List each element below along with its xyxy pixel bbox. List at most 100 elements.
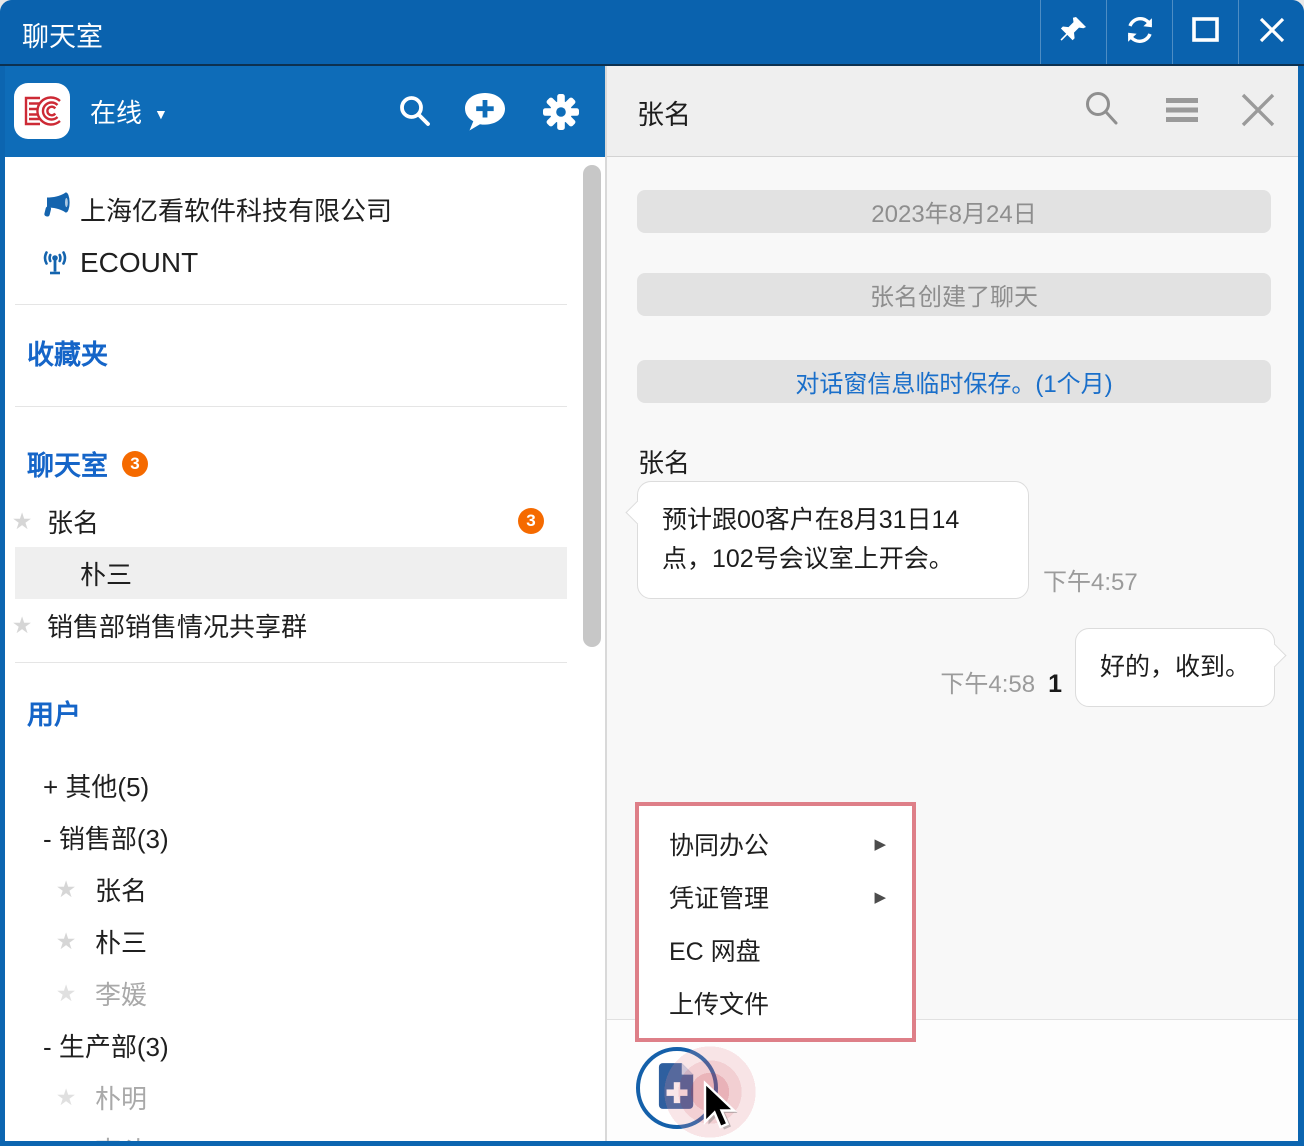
menu-item-collaboration[interactable]: 协同办公 ▶	[639, 817, 912, 870]
pin-icon	[1060, 16, 1087, 48]
user-item-zhangming[interactable]: ★ 张名	[5, 863, 605, 915]
menu-item-label: EC 网盘	[669, 932, 761, 968]
incoming-message-time: 下午4:57	[1043, 562, 1138, 597]
chat-peer-name: 张名	[637, 93, 691, 132]
hamburger-icon	[1165, 95, 1199, 130]
chat-item-label: 销售部销售情况共享群	[47, 607, 307, 644]
user-group-production[interactable]: - 生产部(3)	[5, 1019, 605, 1071]
chat-item-label: 朴三	[80, 555, 132, 592]
chat-item-zhangming[interactable]: ★ 张名 3	[5, 495, 605, 547]
ecount-broadcast-label: ECOUNT	[80, 247, 198, 279]
ecount-broadcast-item[interactable]: ECOUNT	[5, 237, 605, 289]
megaphone-icon	[38, 191, 72, 228]
user-group-sales[interactable]: - 销售部(3)	[5, 811, 605, 863]
status-dropdown[interactable]: 在线 ▼	[90, 93, 168, 130]
titlebar: 聊天室	[0, 0, 1304, 64]
user-item-piaosan[interactable]: ★ 朴三	[5, 915, 605, 967]
attach-file-button[interactable]	[636, 1047, 718, 1129]
user-item-label: 朴三	[95, 923, 147, 960]
maximize-icon	[1192, 17, 1219, 47]
chatrooms-section-header[interactable]: 聊天室 3	[27, 444, 148, 483]
star-icon: ★	[49, 1084, 83, 1111]
window-controls	[1040, 0, 1304, 64]
company-broadcast-item[interactable]: 上海亿看软件科技有限公司	[5, 183, 605, 235]
retention-notice-pill: 对话窗信息临时保存。(1个月)	[637, 360, 1271, 403]
user-item-liyuan[interactable]: ★ 李媛	[5, 967, 605, 1019]
outgoing-message-time: 下午4:58	[940, 664, 1035, 699]
menu-item-ec-drive[interactable]: EC 网盘	[639, 923, 912, 976]
maximize-button[interactable]	[1172, 0, 1238, 64]
system-message-pill: 张名创建了聊天	[637, 273, 1271, 316]
menu-item-label: 上传文件	[669, 985, 769, 1021]
unread-badge: 3	[518, 508, 544, 534]
chat-menu-button[interactable]	[1159, 90, 1205, 134]
divider	[15, 662, 567, 663]
star-icon: ★	[49, 980, 83, 1007]
divider	[15, 406, 567, 407]
status-label: 在线	[90, 93, 142, 130]
refresh-button[interactable]	[1106, 0, 1172, 64]
sidebar-scrollbar-thumb[interactable]	[583, 165, 601, 647]
user-item-piaoming[interactable]: ★ 朴明	[5, 1071, 605, 1123]
refresh-icon	[1124, 15, 1156, 50]
outgoing-message: 下午4:58 1 好的，收到。	[940, 628, 1275, 707]
chat-close-button[interactable]	[1235, 90, 1281, 134]
ec-logo	[14, 83, 70, 139]
favorites-section-header[interactable]: 收藏夹	[27, 333, 108, 372]
attach-context-menu: 协同办公 ▶ 凭证管理 ▶ EC 网盘 上传文件	[635, 802, 916, 1042]
date-pill: 2023年8月24日	[637, 190, 1271, 233]
new-chat-bubble-icon	[462, 91, 508, 138]
user-item-label: 李媛	[95, 975, 147, 1012]
gear-icon	[541, 92, 581, 137]
chat-item-sales-group[interactable]: ★ 销售部销售情况共享群	[5, 599, 605, 651]
incoming-message: 预计跟00客户在8月31日14点，102号会议室上开会。 下午4:57	[637, 481, 1138, 599]
star-icon: ★	[49, 1136, 83, 1142]
chat-header: 张名	[607, 66, 1298, 157]
submenu-arrow-icon: ▶	[874, 888, 886, 906]
search-icon	[1083, 90, 1121, 135]
chatrooms-header-label: 聊天室	[27, 444, 108, 483]
ec-logo-icon	[20, 92, 64, 130]
new-chat-button[interactable]	[463, 94, 507, 134]
star-icon: ★	[49, 876, 83, 903]
bubble-tail	[625, 500, 649, 524]
chat-search-button[interactable]	[1079, 90, 1125, 134]
user-item-lidou[interactable]: ★ 李斗	[5, 1123, 605, 1141]
close-window-button[interactable]	[1238, 0, 1304, 64]
sidebar: 上海亿看软件科技有限公司 ECOUNT 收藏夹 聊天室 3 ★ 张名 3 朴三 …	[5, 157, 605, 1141]
close-icon	[1240, 92, 1276, 133]
chat-item-piaosan-selected[interactable]: 朴三	[15, 547, 567, 599]
chat-app-window: 聊天室	[0, 0, 1304, 1146]
outgoing-message-bubble: 好的，收到。	[1075, 628, 1275, 707]
settings-button[interactable]	[539, 94, 583, 134]
star-icon: ★	[49, 928, 83, 955]
star-icon: ★	[5, 508, 39, 535]
menu-item-upload-file[interactable]: 上传文件	[639, 976, 912, 1029]
sidebar-search-button[interactable]	[393, 94, 437, 134]
incoming-message-text: 预计跟00客户在8月31日14点，102号会议室上开会。	[662, 506, 959, 573]
user-group-label: - 生产部(3)	[43, 1027, 169, 1064]
menu-item-voucher-management[interactable]: 凭证管理 ▶	[639, 870, 912, 923]
submenu-arrow-icon: ▶	[874, 835, 886, 853]
chatrooms-unread-badge: 3	[122, 451, 148, 477]
sidebar-header: 在线 ▼	[5, 66, 605, 157]
close-icon	[1258, 16, 1286, 49]
pin-button[interactable]	[1040, 0, 1106, 64]
star-icon: ★	[5, 612, 39, 639]
user-group-label: - 销售部(3)	[43, 819, 169, 856]
outgoing-unread-count: 1	[1048, 670, 1062, 699]
menu-item-label: 协同办公	[669, 826, 769, 862]
chat-item-label: 张名	[47, 503, 99, 540]
user-group-label: + 其他(5)	[43, 767, 149, 804]
company-broadcast-label: 上海亿看软件科技有限公司	[80, 191, 392, 228]
bubble-tail	[1262, 643, 1286, 667]
incoming-message-bubble: 预计跟00客户在8月31日14点，102号会议室上开会。	[637, 481, 1029, 599]
user-group-others[interactable]: + 其他(5)	[5, 759, 605, 811]
user-item-label: 朴明	[95, 1079, 147, 1116]
window-title: 聊天室	[22, 15, 103, 54]
users-section-header[interactable]: 用户	[27, 693, 81, 732]
chevron-down-icon: ▼	[154, 106, 168, 122]
search-icon	[397, 94, 433, 135]
add-document-icon	[657, 1061, 697, 1116]
user-item-label: 张名	[95, 871, 147, 908]
